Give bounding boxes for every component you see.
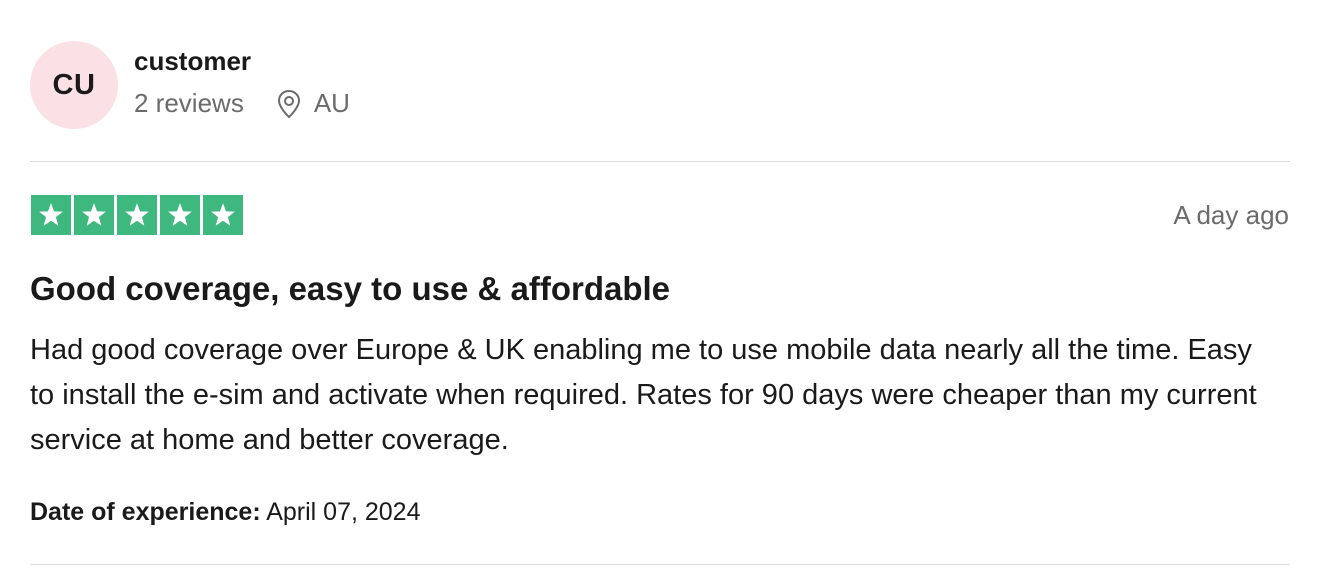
star-icon [203,195,243,235]
review-date: A day ago [1173,200,1289,230]
divider [30,564,1290,565]
star-icon [117,195,157,235]
experience-date: April 07, 2024 [266,498,421,526]
star-icon [74,195,114,235]
star-icon [160,195,200,235]
star-icon [31,195,71,235]
reviews-count: 2 reviews [134,88,244,118]
star-rating [31,195,243,235]
date-of-experience: Date of experience: April 07, 2024 [30,498,421,527]
divider [30,161,1290,162]
location-group: AU [276,88,350,119]
consumer-location: AU [313,88,350,118]
review-body: Had good coverage over Europe & UK enabl… [30,334,1257,456]
location-pin-icon [276,89,302,119]
review-title[interactable]: Good coverage, easy to use & affordable [30,270,670,308]
consumer-meta: 2 reviews AU [134,88,350,119]
review-card: CU customer 2 reviews AU A day ago Good … [0,0,1338,568]
avatar[interactable]: CU [30,41,118,129]
avatar-initials: CU [52,68,96,101]
consumer-name-link[interactable]: customer [134,46,251,77]
experience-label: Date of experience: [30,498,261,526]
